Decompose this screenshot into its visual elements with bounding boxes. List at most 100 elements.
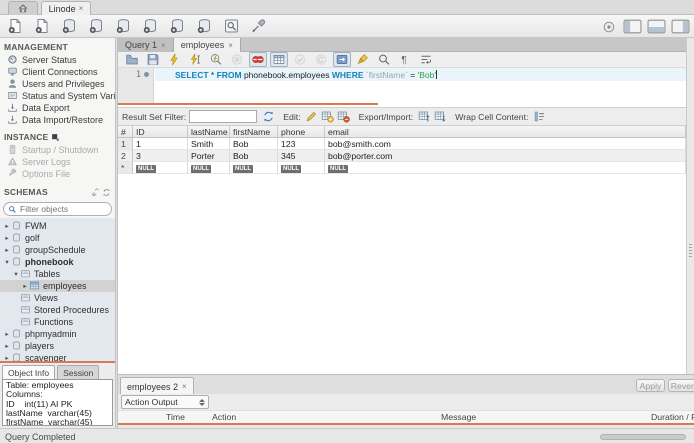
sidebar-item-client-connections[interactable]: Client Connections	[0, 66, 115, 78]
table-cell[interactable]: 2	[118, 150, 133, 162]
sql-code-editor[interactable]: 1 SELECT * FROM phonebook.employees WHER…	[118, 68, 694, 105]
execute-current-statement-icon[interactable]	[186, 52, 204, 67]
chevron-right-icon[interactable]: ▸	[3, 342, 11, 350]
query-tab-close-icon[interactable]: ×	[161, 41, 166, 50]
chevron-right-icon[interactable]: ▸	[21, 282, 29, 290]
table-cell[interactable]: bob@porter.com	[325, 150, 686, 162]
toggle-word-wrap-icon[interactable]	[417, 52, 435, 67]
sidebar-item-users-and-privileges[interactable]: Users and Privileges	[0, 78, 115, 90]
tree-node-phonebook[interactable]: ▾ phonebook	[0, 256, 115, 268]
tree-node-tables[interactable]: ▾ Tables	[0, 268, 115, 280]
wrap-cell-content-icon[interactable]	[531, 109, 547, 124]
toggle-left-panel-icon[interactable]	[622, 19, 642, 35]
result-set-filter-input[interactable]	[189, 110, 258, 123]
connection-tab[interactable]: Linode ×	[41, 1, 91, 15]
refresh-schemas-icon[interactable]	[102, 188, 111, 197]
apply-button[interactable]: Apply	[636, 379, 665, 392]
table-cell[interactable]: Smith	[188, 138, 230, 150]
rollback-icon[interactable]	[312, 52, 330, 67]
open-sql-script-icon[interactable]	[33, 17, 53, 35]
result-set-tab-close-icon[interactable]: ×	[182, 382, 187, 391]
table-cell[interactable]: NULL	[325, 162, 686, 174]
refresh-grid-icon[interactable]	[260, 109, 276, 124]
table-cell[interactable]: Bob	[230, 138, 278, 150]
table-cell[interactable]: NULL	[278, 162, 325, 174]
table-cell[interactable]: Porter	[188, 150, 230, 162]
sidebar-item-server-logs[interactable]: Server Logs	[0, 156, 115, 168]
tab-object-info[interactable]: Object Info	[2, 365, 56, 379]
tree-node-scavenger[interactable]: ▸ scavenger	[0, 352, 115, 361]
chevron-right-icon[interactable]: ▸	[3, 234, 11, 242]
stop-query-icon[interactable]	[228, 52, 246, 67]
table-row[interactable]: * NULL NULL NULL NULL NULL	[118, 162, 686, 174]
table-cell[interactable]: 3	[133, 150, 188, 162]
tree-node-stored-procedures[interactable]: Stored Procedures	[0, 304, 115, 316]
beautify-script-icon[interactable]	[354, 52, 372, 67]
collapsed-right-panel[interactable]	[686, 38, 694, 374]
limit-rows-icon[interactable]	[269, 52, 288, 67]
show-invisible-characters-icon[interactable]: ¶	[396, 52, 414, 67]
horizontal-scrollbar-thumb[interactable]	[600, 434, 686, 440]
table-cell[interactable]: 345	[278, 150, 325, 162]
query-tab-close-icon[interactable]: ×	[228, 41, 233, 50]
new-sql-tab-icon[interactable]	[6, 17, 26, 35]
table-cell[interactable]: NULL	[133, 162, 188, 174]
tree-node-employees[interactable]: ▸ employees	[0, 280, 115, 292]
sidebar-item-options-file[interactable]: Options File	[0, 168, 115, 180]
explain-query-icon[interactable]	[207, 52, 225, 67]
toggle-right-panel-icon[interactable]	[670, 19, 690, 35]
table-cell[interactable]: 123	[278, 138, 325, 150]
commit-icon[interactable]	[291, 52, 309, 67]
save-script-icon[interactable]	[144, 52, 162, 67]
create-stored-procedure-icon[interactable]	[141, 17, 161, 35]
result-set-tab[interactable]: employees 2 ×	[120, 377, 194, 395]
add-row-icon[interactable]	[320, 109, 336, 124]
sidebar-item-server-status[interactable]: Server Status	[0, 54, 115, 66]
chevron-right-icon[interactable]: ▸	[3, 246, 11, 254]
table-cell[interactable]: bob@smith.com	[325, 138, 686, 150]
execute-query-icon[interactable]	[165, 52, 183, 67]
toggle-stop-on-error-icon[interactable]	[248, 52, 267, 67]
sidebar-item-data-export[interactable]: Data Export	[0, 102, 115, 114]
chevron-right-icon[interactable]: ▸	[3, 354, 11, 361]
import-records-icon[interactable]	[432, 109, 448, 124]
tree-node-phpmyadmin[interactable]: ▸ phpmyadmin	[0, 328, 115, 340]
table-cell[interactable]: Bob	[230, 150, 278, 162]
create-schema-icon[interactable]	[60, 17, 80, 35]
toggle-autocommit-icon[interactable]	[332, 52, 351, 67]
table-cell[interactable]: 1	[133, 138, 188, 150]
chevron-right-icon[interactable]: ▸	[3, 222, 11, 230]
tree-node-players[interactable]: ▸ players	[0, 340, 115, 352]
tab-session[interactable]: Session	[57, 365, 100, 379]
schema-filter-input[interactable]	[20, 204, 107, 214]
table-cell[interactable]: *	[118, 162, 133, 174]
tree-node-views[interactable]: Views	[0, 292, 115, 304]
sidebar-item-status-and-system-variables[interactable]: Status and System Variables	[0, 90, 115, 102]
find-icon[interactable]	[375, 52, 393, 67]
chevron-down-icon[interactable]: ▾	[3, 258, 11, 266]
tree-node-functions[interactable]: Functions	[0, 316, 115, 328]
tree-node-groupschedule[interactable]: ▸ groupSchedule	[0, 244, 115, 256]
connection-tab-close-icon[interactable]: ×	[79, 4, 84, 13]
collapse-schemas-icon[interactable]	[90, 187, 99, 197]
edit-record-icon[interactable]	[304, 109, 320, 124]
create-trigger-icon[interactable]	[195, 17, 215, 35]
action-output-dropdown[interactable]: Action Output	[121, 395, 209, 409]
table-row[interactable]: 1 1 Smith Bob 123 bob@smith.com	[118, 138, 686, 150]
revert-button[interactable]: Revert	[668, 379, 694, 392]
toggle-bottom-panel-icon[interactable]	[646, 19, 666, 35]
reconnect-server-icon[interactable]	[249, 17, 269, 35]
query-tab-query-1[interactable]: Query 1 ×	[118, 38, 174, 52]
table-cell[interactable]: NULL	[188, 162, 230, 174]
create-table-icon[interactable]	[87, 17, 107, 35]
home-tab[interactable]	[8, 1, 38, 15]
export-recordset-icon[interactable]	[416, 109, 432, 124]
tree-node-golf[interactable]: ▸ golf	[0, 232, 115, 244]
query-tab-employees[interactable]: employees ×	[173, 38, 241, 52]
sidebar-item-data-import-restore[interactable]: Data Import/Restore	[0, 114, 115, 126]
chevron-right-icon[interactable]: ▸	[3, 330, 11, 338]
open-sql-file-icon[interactable]	[123, 52, 141, 67]
chevron-down-icon[interactable]: ▾	[12, 270, 20, 278]
table-row[interactable]: 2 3 Porter Bob 345 bob@porter.com	[118, 150, 686, 162]
table-cell[interactable]: 1	[118, 138, 133, 150]
